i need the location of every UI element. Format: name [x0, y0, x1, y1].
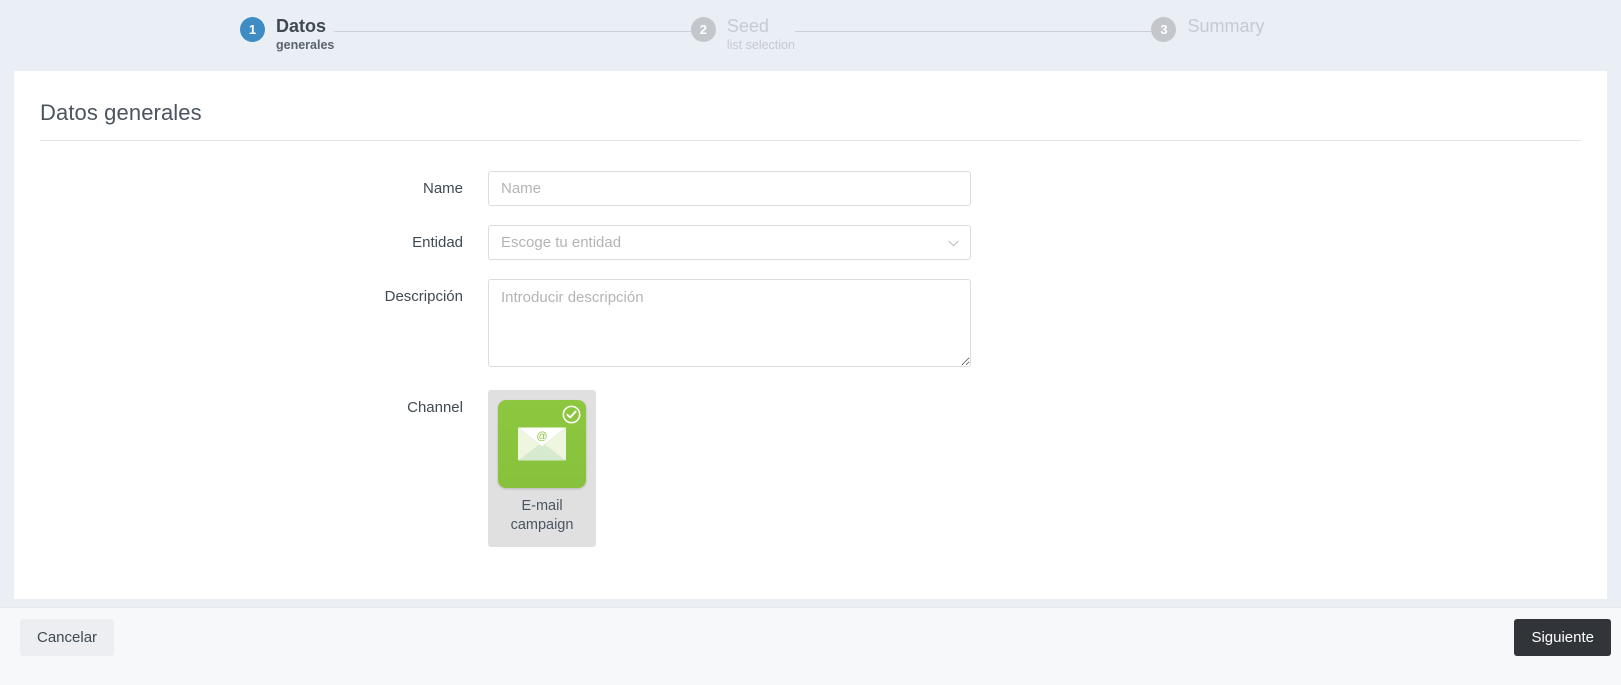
descripcion-textarea[interactable] [488, 279, 971, 367]
descripcion-label: Descripción [384, 288, 463, 305]
step-connector-2-3 [794, 31, 1152, 32]
step-connector-1-2 [334, 31, 691, 32]
next-button[interactable]: Siguiente [1514, 619, 1611, 656]
wizard-step-3[interactable]: 3 Summary [1151, 0, 1264, 42]
cancel-button[interactable]: Cancelar [20, 619, 115, 656]
wizard-step-1[interactable]: 1 Datos generales [240, 0, 334, 52]
name-input[interactable] [488, 171, 971, 206]
form-row-descripcion: Descripción [14, 279, 1607, 367]
entidad-select[interactable]: Escoge tu entidad [488, 225, 971, 260]
step-1-subtitle: generales [276, 38, 335, 52]
channel-control: @ E-mail campaign [488, 390, 971, 547]
wizard-stepper: 1 Datos generales 2 Seed list selection … [0, 0, 1621, 71]
form-row-entidad: Entidad Escoge tu entidad [14, 225, 1607, 260]
entidad-select-wrap: Escoge tu entidad [488, 225, 971, 260]
form-row-channel: Channel @ E-mail campaign [14, 390, 1607, 547]
channel-option-label-line2: campaign [510, 517, 574, 533]
step-2-number-badge: 2 [690, 17, 716, 42]
name-label: Name [422, 180, 463, 197]
step-3-title: Summary [1187, 16, 1265, 36]
form-row-name: Name [14, 171, 1607, 206]
check-circle-icon [562, 405, 581, 424]
descripcion-control [488, 279, 971, 367]
footer-bar: Cancelar Siguiente [0, 607, 1621, 685]
step-2-title: Seed [726, 16, 769, 36]
entidad-control: Escoge tu entidad [488, 225, 971, 260]
entidad-selected-value: Escoge tu entidad [501, 234, 622, 251]
channel-option-label: E-mail campaign [498, 497, 586, 535]
form-card: Datos generales Name Entidad Escoge tu e… [14, 71, 1607, 599]
step-1-number-badge: 1 [240, 17, 265, 42]
svg-text:@: @ [536, 431, 547, 443]
step-3-text: Summary [1187, 17, 1264, 39]
channel-option-email-campaign[interactable]: @ E-mail campaign [488, 390, 596, 547]
step-3-number-badge: 3 [1151, 17, 1177, 42]
envelope-at-icon: @ [518, 427, 566, 461]
channel-label: Channel [407, 399, 463, 416]
channel-tile-email[interactable]: @ [498, 400, 586, 488]
entidad-label: Entidad [412, 234, 463, 251]
step-1-text: Datos generales [276, 17, 334, 52]
step-2-text: Seed list selection [727, 17, 795, 52]
general-data-form: Name Entidad Escoge tu entidad D [14, 141, 1607, 547]
channel-option-label-line1: E-mail [521, 498, 563, 514]
step-2-subtitle: list selection [726, 38, 795, 52]
name-control [488, 171, 971, 206]
wizard-step-2[interactable]: 2 Seed list selection [690, 0, 795, 52]
page-title: Datos generales [40, 100, 202, 125]
step-1-title: Datos [276, 16, 327, 36]
